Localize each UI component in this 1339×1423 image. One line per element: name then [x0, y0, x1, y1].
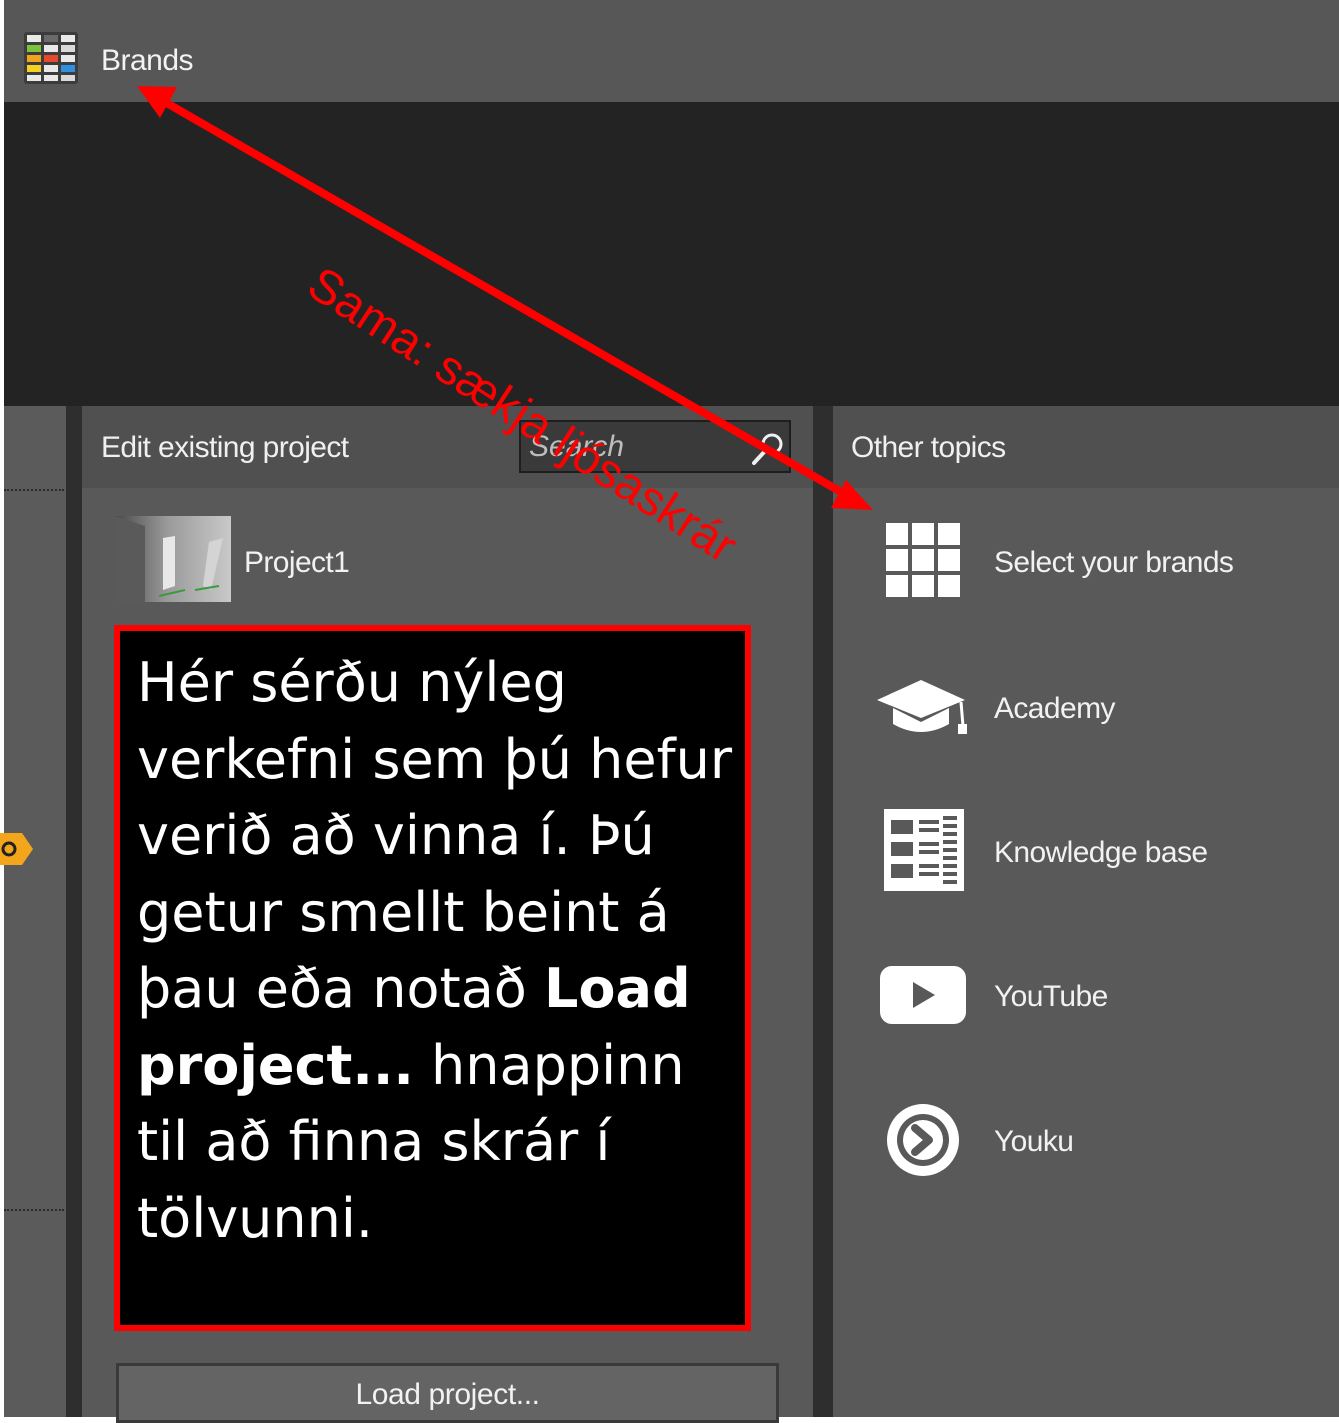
project-thumbnail [115, 516, 231, 602]
topic-academy[interactable]: Academy [877, 662, 1307, 754]
graduation-cap-icon [877, 662, 967, 752]
knowledge-base-icon [877, 806, 967, 896]
youku-icon [877, 1095, 967, 1185]
topic-label: Select your brands [994, 546, 1234, 579]
topic-label: Academy [994, 692, 1115, 725]
load-project-button[interactable]: Load project... [116, 1363, 779, 1423]
brands-app-icon[interactable] [24, 32, 78, 84]
top-bar [4, 0, 1339, 102]
topic-label: Youku [994, 1125, 1074, 1158]
youtube-icon [877, 950, 967, 1040]
app-title: Brands [101, 44, 194, 77]
annotation-callout: Hér sérðu nýleg verkefni sem þú hefur ve… [114, 625, 751, 1331]
load-project-label: Load project... [355, 1378, 540, 1411]
edit-project-title: Edit existing project [101, 431, 349, 464]
panel-gap [66, 406, 82, 1417]
topic-youku[interactable]: Youku [877, 1095, 1307, 1187]
callout-text: Hér sérðu nýleg verkefni sem þú hefur ve… [137, 645, 737, 1257]
left-panel [4, 406, 66, 1417]
banner-area [4, 102, 1339, 406]
topic-select-brands[interactable]: Select your brands [877, 516, 1307, 608]
divider [4, 489, 64, 491]
topic-label: YouTube [994, 980, 1108, 1013]
grid-icon [877, 516, 967, 606]
tag-icon [0, 830, 34, 868]
divider [4, 1209, 64, 1211]
other-topics-title: Other topics [851, 431, 1006, 464]
search-icon[interactable] [751, 430, 787, 466]
project-name: Project1 [244, 546, 350, 579]
topic-knowledge-base[interactable]: Knowledge base [877, 806, 1307, 898]
panel-gap [813, 406, 833, 1417]
topic-label: Knowledge base [994, 836, 1208, 869]
topic-youtube[interactable]: YouTube [877, 950, 1307, 1042]
